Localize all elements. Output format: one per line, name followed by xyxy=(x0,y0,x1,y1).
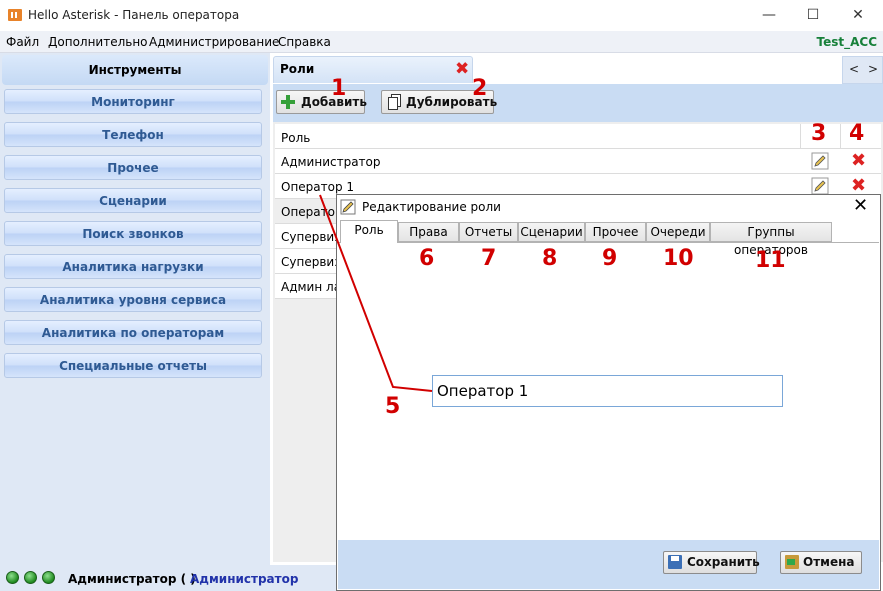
add-role-button[interactable]: Добавить xyxy=(276,90,367,114)
plus-icon xyxy=(281,95,295,109)
role-name-cell: Администратор xyxy=(281,155,381,169)
sidebar-item-load-analytics[interactable]: Аналитика нагрузки xyxy=(4,254,262,279)
menu-file[interactable]: Файл xyxy=(6,35,39,49)
annotation-2: 2 xyxy=(472,76,488,101)
edit-icon[interactable] xyxy=(811,152,829,170)
tools-header: Инструменты xyxy=(2,55,268,85)
tab-rights[interactable]: Права xyxy=(398,222,459,242)
status-indicator-icon xyxy=(42,571,55,584)
tab-prev-button[interactable]: < xyxy=(849,62,859,76)
cancel-label: Отмена xyxy=(803,555,855,569)
edit-icon[interactable] xyxy=(811,177,829,195)
role-name-input[interactable] xyxy=(432,375,783,407)
annotation-6: 6 xyxy=(419,246,435,271)
delete-icon[interactable]: ✖ xyxy=(851,150,866,171)
tab-queues[interactable]: Очереди xyxy=(646,222,710,242)
sidebar-item-service-level-analytics[interactable]: Аналитика уровня сервиса xyxy=(4,287,262,312)
annotation-8: 8 xyxy=(542,246,558,271)
annotation-11: 11 xyxy=(755,248,786,273)
annotation-7: 7 xyxy=(481,246,497,271)
save-icon xyxy=(668,555,682,569)
user-account-label: Test_ACC xyxy=(816,35,877,49)
status-indicator-icon xyxy=(6,571,19,584)
minimize-button[interactable]: — xyxy=(746,4,792,28)
column-header-role: Роль xyxy=(281,131,311,145)
tab-operator-groups[interactable]: Группы операторов xyxy=(710,222,832,257)
status-role: Администратор ( ) xyxy=(68,572,196,586)
tab-reports[interactable]: Отчеты xyxy=(459,222,518,242)
annotation-5: 5 xyxy=(385,394,401,419)
tab-roles-label: Роли xyxy=(280,62,315,76)
sidebar-item-other[interactable]: Прочее xyxy=(4,155,262,180)
status-indicator-icon xyxy=(24,571,37,584)
sidebar-item-monitoring[interactable]: Мониторинг xyxy=(4,89,262,114)
menu-help[interactable]: Справка xyxy=(278,35,331,49)
app-icon xyxy=(8,9,22,21)
annotation-10: 10 xyxy=(663,246,694,271)
role-name-cell: Админ ла xyxy=(281,280,342,294)
sidebar-item-special-reports[interactable]: Специальные отчеты xyxy=(4,353,262,378)
tab-role[interactable]: Роль xyxy=(340,220,398,243)
annotation-4: 4 xyxy=(849,121,865,146)
annotation-1: 1 xyxy=(331,76,347,101)
menu-administration[interactable]: Администрирование xyxy=(149,35,279,49)
sidebar-item-call-search[interactable]: Поиск звонков xyxy=(4,221,262,246)
maximize-button[interactable]: ☐ xyxy=(790,4,836,28)
save-label: Сохранить xyxy=(687,555,760,569)
tab-scenarios[interactable]: Сценарии xyxy=(518,222,585,242)
role-name-cell: Оператор 1 xyxy=(281,180,355,194)
tab-other[interactable]: Прочее xyxy=(585,222,646,242)
annotation-3: 3 xyxy=(811,121,827,146)
table-header-row xyxy=(275,124,881,149)
edit-icon xyxy=(340,199,356,215)
menu-additional[interactable]: Дополнительно xyxy=(48,35,148,49)
cancel-button[interactable]: Отмена xyxy=(780,551,862,574)
window-title: Hello Asterisk - Панель оператора xyxy=(28,8,240,22)
sidebar-item-scenarios[interactable]: Сценарии xyxy=(4,188,262,213)
duplicate-icon xyxy=(388,94,401,110)
delete-icon[interactable]: ✖ xyxy=(851,175,866,196)
dialog-close-icon[interactable]: ✕ xyxy=(853,195,868,216)
tab-next-button[interactable]: > xyxy=(868,62,878,76)
status-user-name: Администратор xyxy=(190,572,299,586)
tab-close-icon[interactable]: ✖ xyxy=(455,59,469,79)
dialog-title: Редактирование роли xyxy=(362,200,501,214)
sidebar-item-operator-analytics[interactable]: Аналитика по операторам xyxy=(4,320,262,345)
close-button[interactable]: ✕ xyxy=(835,4,881,28)
save-button[interactable]: Сохранить xyxy=(663,551,760,574)
sidebar-item-phone[interactable]: Телефон xyxy=(4,122,262,147)
annotation-9: 9 xyxy=(602,246,618,271)
cancel-icon xyxy=(785,555,799,569)
role-name-cell: Операто xyxy=(281,205,335,219)
